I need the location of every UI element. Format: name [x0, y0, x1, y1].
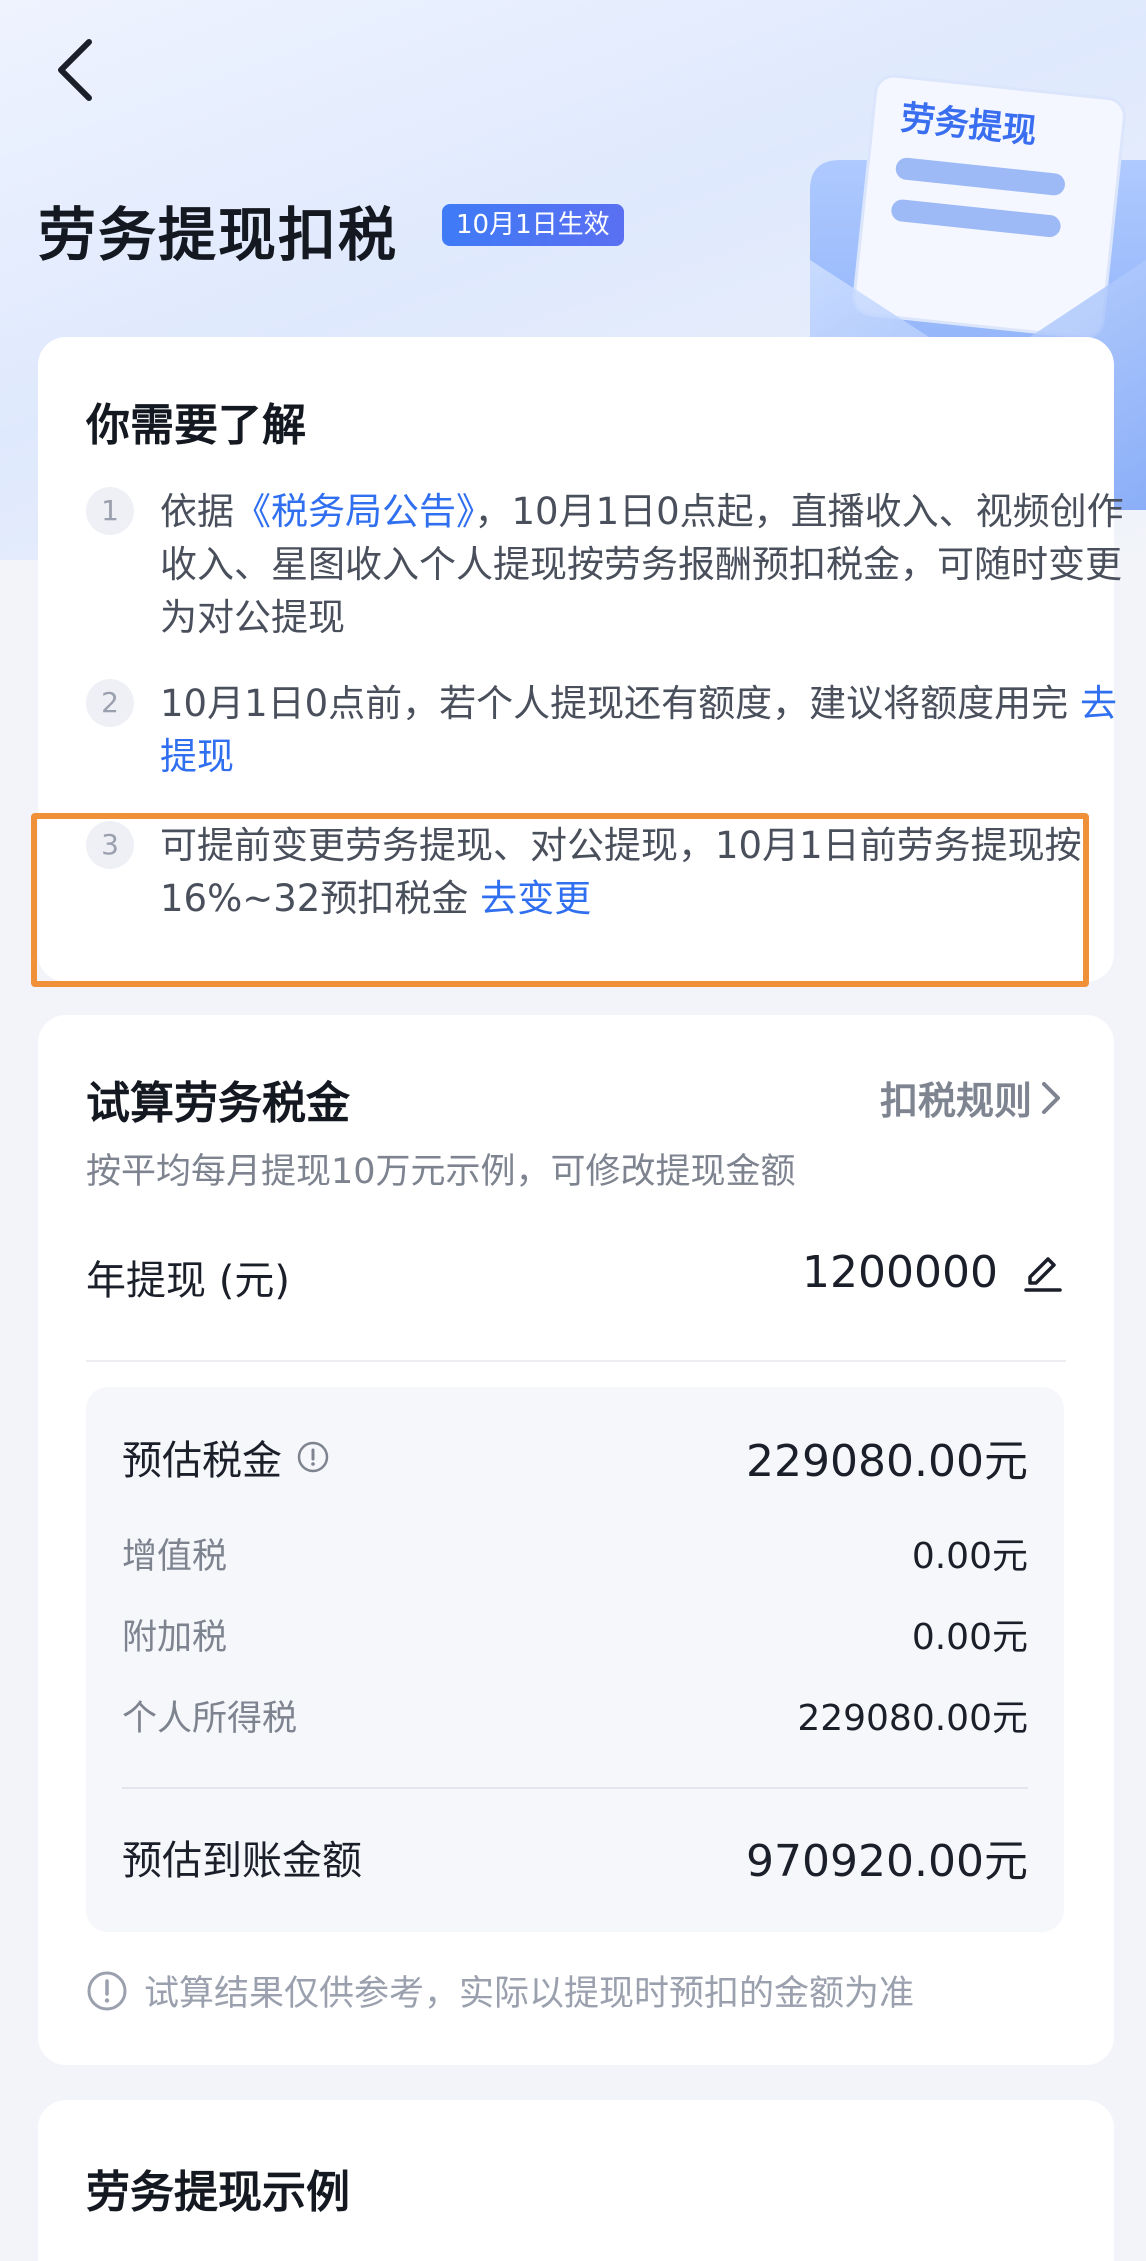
notice-item-2: 2 10月1日0点前，若个人提现还有额度，建议将额度用完 去提现 — [86, 677, 1117, 787]
divider — [86, 1360, 1066, 1362]
example-title: 劳务提现示例 — [86, 2167, 350, 2218]
item-text-part: 依据 — [160, 490, 234, 533]
notice-card: 你需要了解 1 依据《税务局公告》，10月1日0点起，直播收入、视频创作收入、星… — [38, 337, 1124, 982]
tax-rules-label: 扣税规则 — [879, 1079, 1032, 1123]
breakdown-row: 附加税 0.00元 — [122, 1608, 1028, 1660]
info-icon — [87, 1971, 127, 2010]
disclaimer-text: 试算结果仅供参考，实际以提现时预扣的金额为准 — [144, 1974, 915, 2014]
notice-item-1: 1 依据《税务局公告》，10月1日0点起，直播收入、视频创作收入、星图收入个人提… — [86, 485, 1124, 645]
go-change-link[interactable]: 去变更 — [480, 877, 591, 920]
estimated-tax-value: 229080.00元 — [746, 1436, 1028, 1487]
item-number: 2 — [86, 679, 134, 727]
surtax-label: 附加税 — [122, 1617, 228, 1658]
income-tax-value: 229080.00元 — [797, 1698, 1028, 1739]
estimated-tax-label-wrap: 预估税金 — [122, 1428, 330, 1486]
edit-pencil-icon[interactable] — [1022, 1253, 1062, 1293]
item-text: 10月1日0点前，若个人提现还有额度，建议将额度用完 去提现 — [160, 677, 1140, 783]
estimated-tax-label: 预估税金 — [122, 1438, 282, 1484]
notice-item-3: 3 可提前变更劳务提现、对公提现，10月1日前劳务提现按16%~32预扣税金 去… — [86, 819, 1086, 929]
item-text-part: 可提前变更劳务提现、对公提现，10月1日前劳务提现按16%~32预扣税金 — [160, 824, 1082, 920]
effective-date-badge: 10月1日生效 — [442, 204, 624, 246]
tax-bureau-notice-link[interactable]: 《税务局公告》 — [234, 490, 475, 533]
vat-label: 增值税 — [122, 1536, 228, 1577]
item-text-part: 10月1日0点前，若个人提现还有额度，建议将额度用完 — [160, 682, 1080, 725]
example-card: 劳务提现示例 — [38, 2100, 1114, 2261]
estimated-tax-row: 预估税金 229080.00元 — [122, 1425, 1028, 1489]
tax-rules-link[interactable]: 扣税规则 — [880, 1070, 1062, 1125]
item-number: 1 — [86, 487, 134, 535]
item-number: 3 — [86, 821, 134, 869]
info-icon[interactable] — [296, 1440, 330, 1474]
income-tax-label: 个人所得税 — [122, 1698, 298, 1739]
annual-withdrawal-value: 1200000 — [802, 1247, 998, 1298]
page-title: 劳务提现扣税 — [38, 201, 399, 269]
vat-value: 0.00元 — [911, 1536, 1028, 1577]
annual-withdrawal-label: 年提现 (元) — [86, 1258, 290, 1304]
tax-result-box: 预估税金 229080.00元 增值税 0.00元 附加税 0.00元 个人所得… — [86, 1387, 1064, 1932]
surtax-value: 0.00元 — [911, 1617, 1028, 1658]
chevron-right-icon — [1042, 1081, 1060, 1114]
net-amount-label: 预估到账金额 — [122, 1838, 362, 1884]
net-amount-row: 预估到账金额 970920.00元 — [122, 1825, 1028, 1889]
calculator-subtitle: 按平均每月提现10万元示例，可修改提现金额 — [86, 1152, 796, 1192]
item-text: 依据《税务局公告》，10月1日0点起，直播收入、视频创作收入、星图收入个人提现按… — [160, 485, 1140, 644]
calculator-title: 试算劳务税金 — [86, 1078, 350, 1129]
annual-withdrawal-field[interactable]: 1200000 — [802, 1247, 1062, 1298]
breakdown-row: 增值税 0.00元 — [122, 1527, 1028, 1579]
disclaimer: 试算结果仅供参考，实际以提现时预扣的金额为准 — [86, 1965, 914, 2016]
tax-calculator-card: 试算劳务税金 扣税规则 按平均每月提现10万元示例，可修改提现金额 年提现 (元… — [38, 1015, 1114, 2065]
divider — [122, 1787, 1028, 1789]
chevron-left-icon — [58, 39, 92, 101]
item-text: 可提前变更劳务提现、对公提现，10月1日前劳务提现按16%~32预扣税金 去变更 — [160, 819, 1140, 925]
notice-title: 你需要了解 — [86, 400, 306, 451]
breakdown-row: 个人所得税 229080.00元 — [122, 1689, 1028, 1741]
net-amount-value: 970920.00元 — [746, 1836, 1028, 1887]
back-button[interactable] — [40, 30, 110, 110]
